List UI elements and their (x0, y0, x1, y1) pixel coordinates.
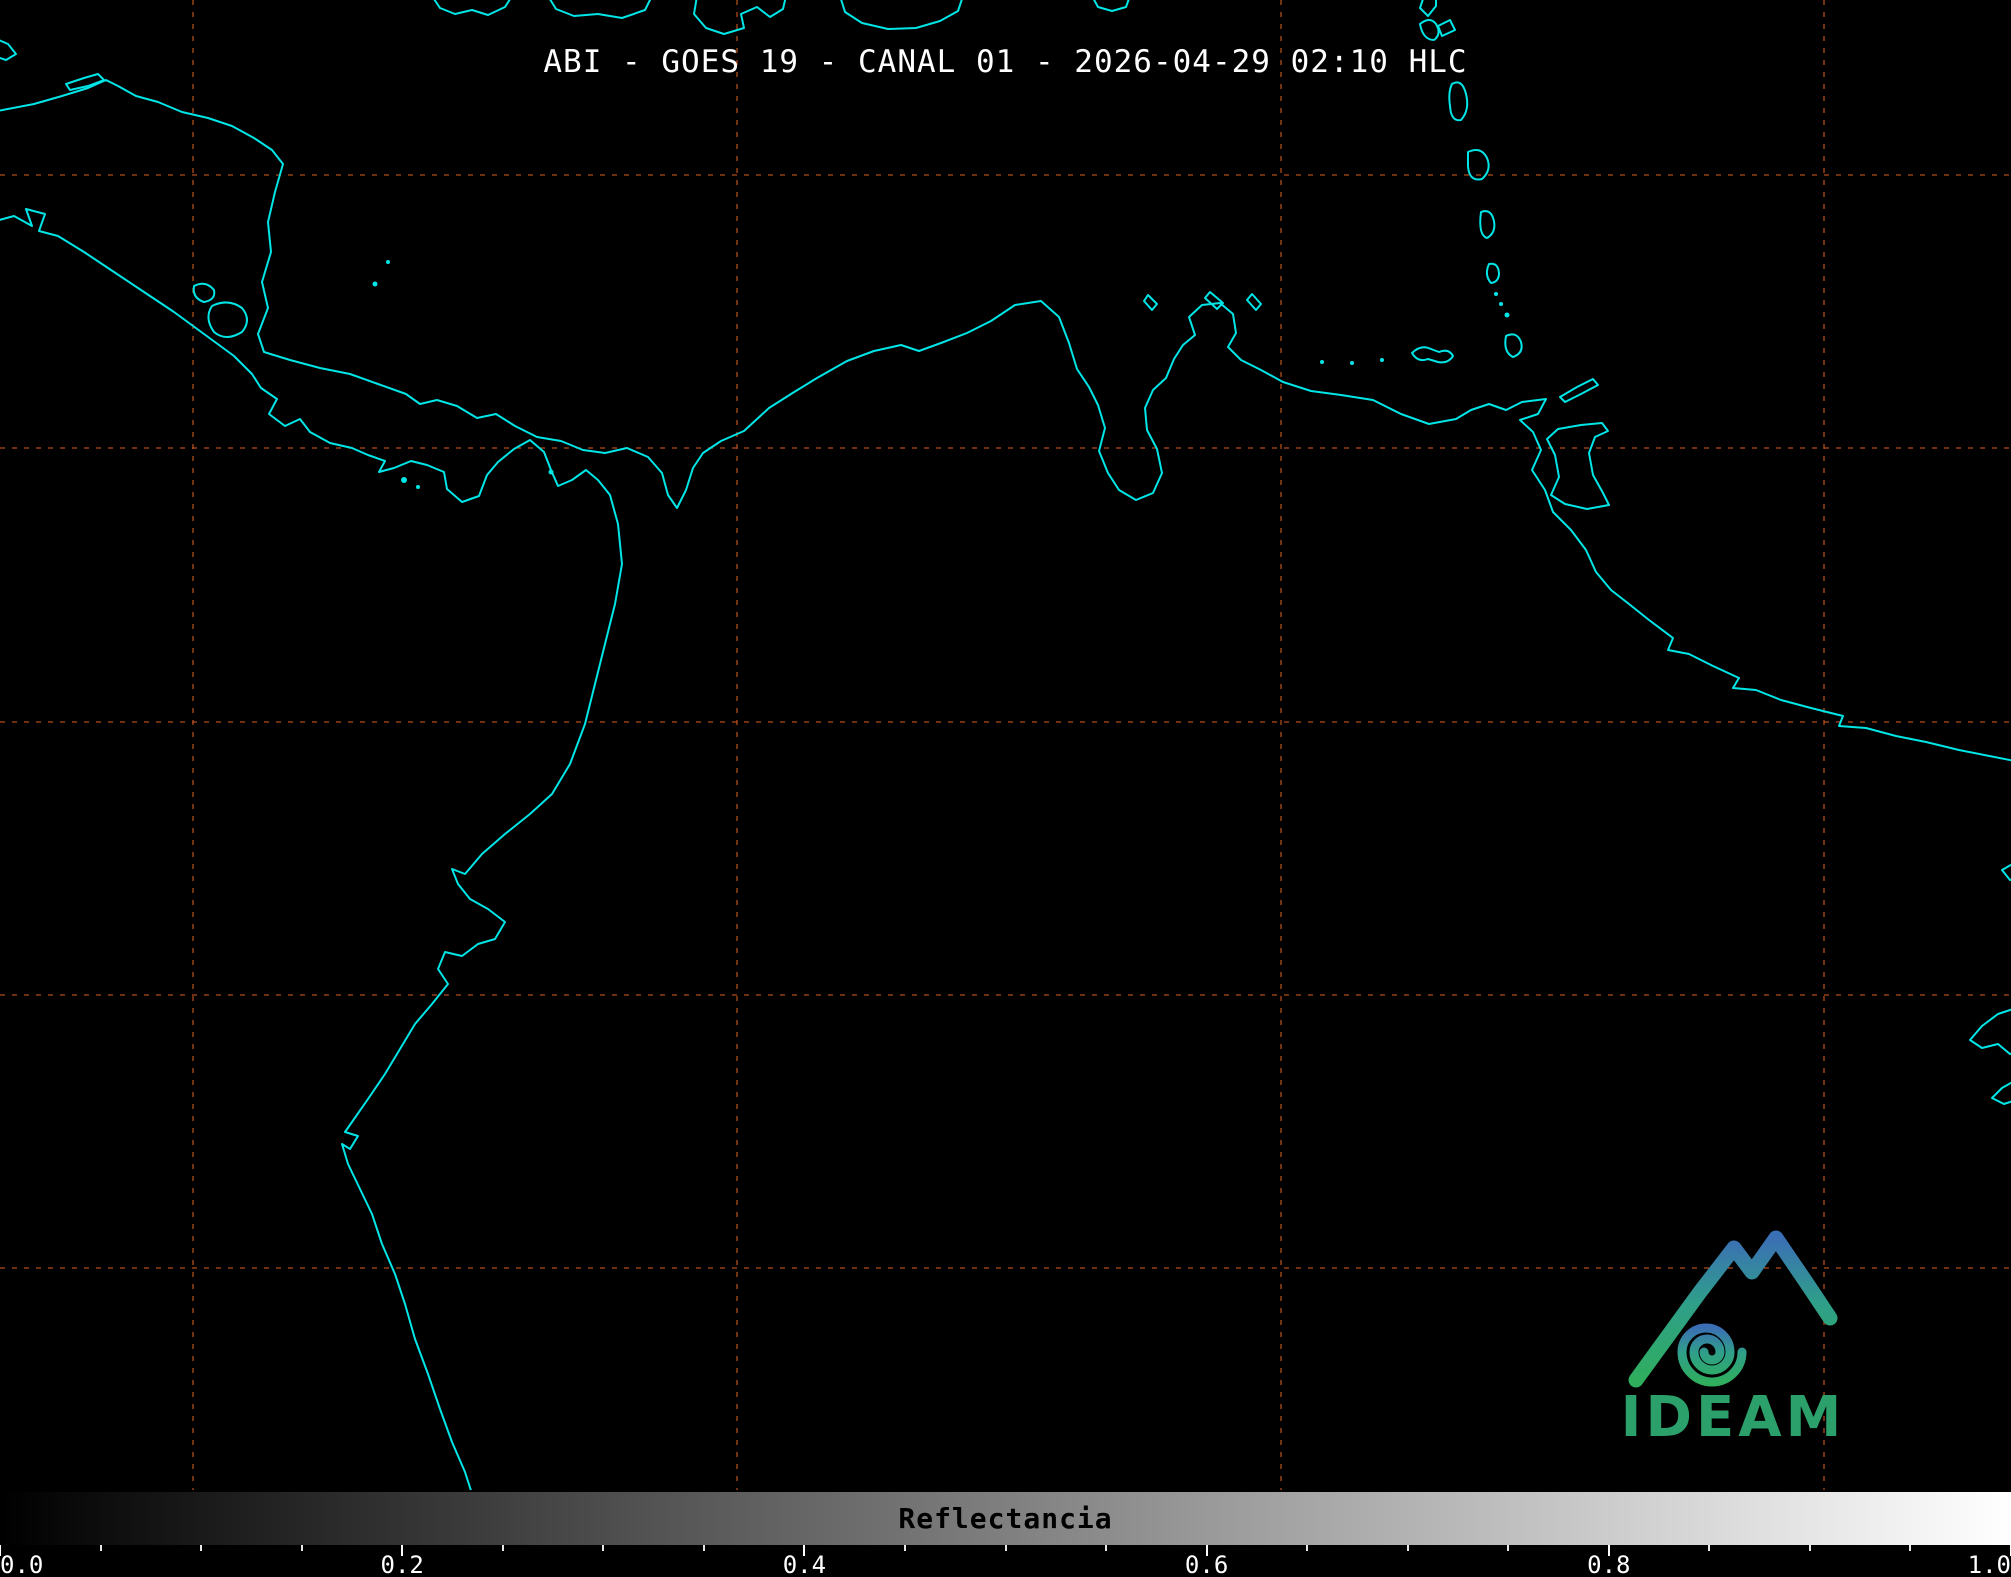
island-path (1144, 295, 1157, 310)
coastline-path (1992, 1080, 2011, 1104)
island-dot (1494, 292, 1498, 296)
coastline-path (1970, 1008, 2011, 1054)
coastline-path (1420, 0, 1436, 16)
island-path (1505, 334, 1521, 357)
island-path (1547, 423, 1609, 509)
island-dot (1320, 360, 1324, 364)
island-path (1412, 347, 1453, 362)
colorbar-tick-label: 0.6 (1185, 1551, 1228, 1577)
coastlines (0, 0, 2011, 1490)
coastline-path (1092, 0, 1130, 11)
island-path (1449, 82, 1467, 120)
island-path (208, 302, 247, 337)
colorbar-tick-label: 0.2 (381, 1551, 424, 1577)
island-path (194, 284, 215, 302)
island-dot (1350, 361, 1354, 365)
colorbar-tick-label: 0.8 (1587, 1551, 1630, 1577)
coastline-path (2002, 862, 2011, 880)
island-path (1247, 294, 1261, 310)
map-canvas: IDEAM (0, 0, 2011, 1490)
satellite-image-viewer: IDEAM ABI - GOES 19 - CANAL 01 - 2026-04… (0, 0, 2011, 1577)
island-path (1560, 379, 1598, 402)
image-title: ABI - GOES 19 - CANAL 01 - 2026-04-29 02… (0, 44, 2011, 80)
colorbar-gradient: Reflectancia (0, 1492, 2011, 1545)
colorbar-tick-label: 0.4 (783, 1551, 826, 1577)
island-path (1438, 20, 1455, 36)
island-dot (1380, 358, 1384, 362)
colorbar-label: Reflectancia (898, 1501, 1112, 1534)
island-dot (373, 282, 378, 287)
island-path (1487, 264, 1499, 283)
colorbar-tick-labels: 0.0 0.2 0.4 0.6 0.8 1.0 (0, 1551, 2011, 1577)
coastline-path (432, 0, 512, 15)
island-path (1420, 20, 1439, 40)
ideam-logo-text: IDEAM (1621, 1385, 1846, 1450)
island-dot (549, 470, 554, 475)
island-dot (1505, 313, 1510, 318)
island-path (1480, 211, 1494, 238)
hurricane-spiral-icon (1682, 1328, 1742, 1382)
ideam-logo: IDEAM (1621, 1238, 1846, 1450)
graticule (0, 0, 2011, 1490)
coastline-path (694, 0, 786, 34)
colorbar-tick-label: 0.0 (0, 1551, 43, 1577)
coastline-path (840, 0, 963, 29)
coastline-path (0, 209, 622, 1490)
island-dot (401, 477, 407, 483)
coastline-path (548, 0, 652, 18)
colorbar-tick-label: 1.0 (1968, 1551, 2011, 1577)
island-dot (416, 485, 420, 489)
island-dot (386, 260, 390, 264)
island-dot (1499, 302, 1503, 306)
island-path (1205, 292, 1223, 309)
